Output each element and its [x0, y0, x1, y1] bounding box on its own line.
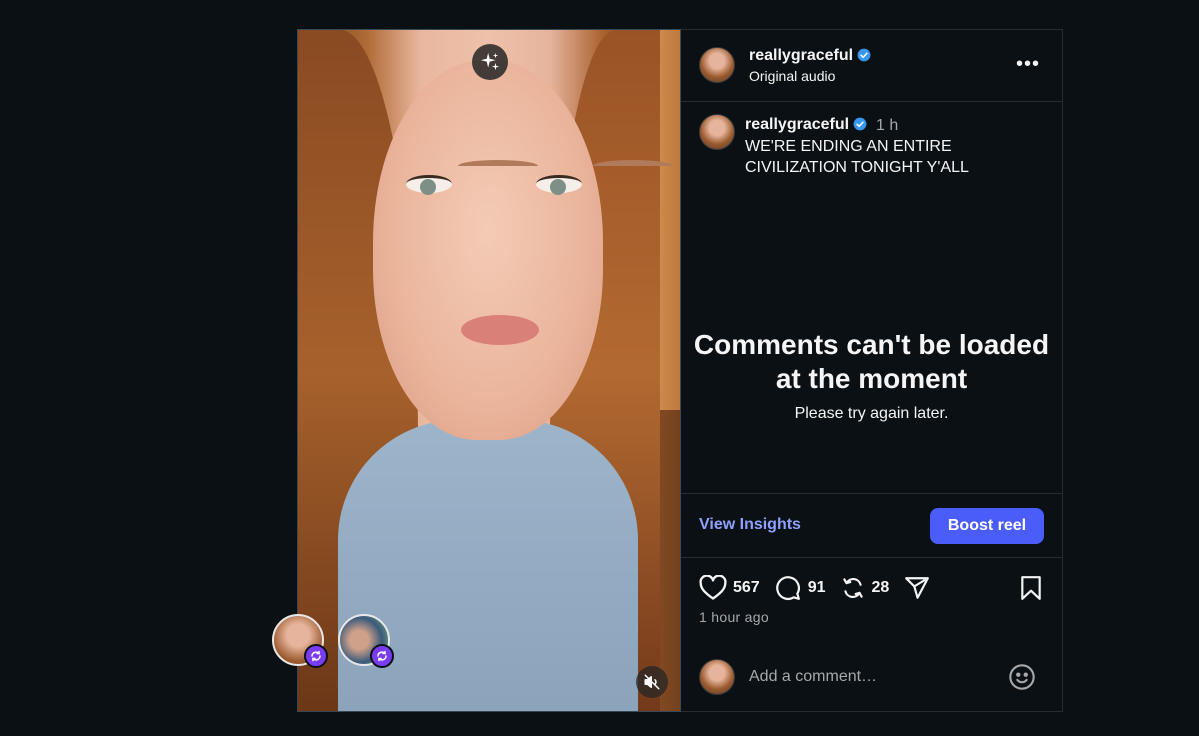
- like-action[interactable]: 567: [699, 575, 760, 601]
- author-username[interactable]: reallygraceful: [749, 47, 871, 65]
- video-mouth: [461, 315, 539, 345]
- caption-username-text[interactable]: reallygraceful: [745, 116, 849, 133]
- view-insights-link[interactable]: View Insights: [699, 516, 801, 534]
- insights-row: View Insights Boost reel: [681, 493, 1062, 558]
- share-action[interactable]: [903, 575, 931, 601]
- repost-icon[interactable]: [840, 575, 866, 601]
- like-count[interactable]: 567: [733, 579, 760, 597]
- author-username-text[interactable]: reallygraceful: [749, 47, 853, 64]
- mute-button[interactable]: [636, 666, 668, 698]
- sparkle-button[interactable]: [472, 44, 508, 80]
- comment-action[interactable]: 91: [774, 575, 826, 601]
- current-user-avatar: [699, 659, 735, 695]
- video-shirt: [338, 420, 638, 711]
- video-brow-left: [458, 160, 538, 172]
- repost-icon: [311, 650, 321, 662]
- comment-icon[interactable]: [774, 575, 802, 601]
- author-avatar[interactable]: [699, 47, 735, 83]
- posted-time: 1 hour ago: [699, 609, 769, 625]
- verified-badge-icon: [853, 117, 867, 131]
- video-eye-right: [536, 175, 582, 195]
- repost-badge-1: [304, 644, 328, 668]
- reel-viewer: reallygraceful Original audio ••• really…: [0, 0, 1199, 736]
- caption-timestamp: 1 h: [876, 117, 899, 134]
- comments-error-title: Comments can't be loaded at the moment: [693, 329, 1050, 394]
- reel-video[interactable]: [297, 29, 681, 712]
- caption-text: WE'RE ENDING AN ENTIRE CIVILIZATION TONI…: [745, 138, 969, 176]
- video-brow-right: [593, 160, 673, 172]
- verified-badge-icon: [857, 48, 871, 62]
- heart-icon[interactable]: [699, 575, 727, 601]
- volume-muted-icon: [644, 674, 660, 690]
- send-icon[interactable]: [903, 575, 931, 601]
- post-details-panel: reallygraceful Original audio ••• really…: [681, 29, 1063, 712]
- repost-icon: [377, 650, 387, 662]
- video-eye-left: [406, 175, 452, 195]
- repost-count[interactable]: 28: [872, 579, 890, 597]
- video-face: [373, 60, 673, 440]
- more-options-icon[interactable]: •••: [1016, 54, 1040, 74]
- audio-label[interactable]: Original audio: [749, 68, 835, 84]
- caption-avatar[interactable]: [699, 114, 735, 150]
- caption-username[interactable]: reallygraceful: [745, 116, 867, 134]
- repost-badge-2: [370, 644, 394, 668]
- bookmark-icon[interactable]: [1018, 574, 1044, 602]
- comment-input[interactable]: [749, 665, 989, 689]
- add-comment-row: [681, 655, 1062, 700]
- sparkle-icon: [480, 52, 500, 71]
- comments-error-subtitle: Please try again later.: [794, 405, 949, 422]
- post-header: reallygraceful Original audio •••: [681, 30, 1062, 102]
- emoji-icon[interactable]: [1008, 663, 1036, 691]
- action-bar: 567 91 28: [699, 574, 1044, 602]
- comment-count[interactable]: 91: [808, 579, 826, 597]
- repost-action[interactable]: 28: [840, 575, 890, 601]
- boost-reel-button[interactable]: Boost reel: [930, 508, 1044, 544]
